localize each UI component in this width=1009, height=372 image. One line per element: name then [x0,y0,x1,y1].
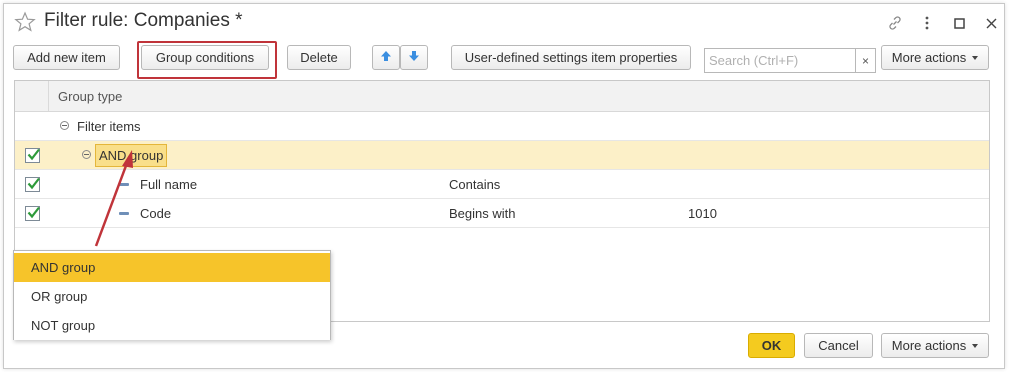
row-condition: Begins with [449,206,516,221]
more-actions-label: More actions [891,50,967,65]
row-checkbox[interactable] [25,148,40,163]
footer-more-actions-label: More actions [891,338,967,353]
clear-icon[interactable]: × [855,48,876,73]
row-checkbox[interactable] [25,177,40,192]
title-bar: Filter rule: Companies * [4,4,1004,40]
footer-more-actions-button[interactable]: More actions [881,333,989,358]
dropdown-item-or-group[interactable]: OR group [14,282,330,311]
row-label: Filter items [77,119,141,134]
more-actions-button[interactable]: More actions [881,45,989,70]
row-condition: Contains [449,177,501,192]
checkbox-column-header [15,81,49,111]
move-down-button[interactable] [400,45,428,70]
row-checkbox[interactable] [25,206,40,221]
table-row[interactable]: Code Begins with 1010 [15,199,989,228]
star-outline-icon[interactable] [14,11,36,33]
table-header: Group type [15,81,989,112]
arrow-down-icon [408,50,420,65]
collapse-icon[interactable] [60,121,69,130]
cancel-button[interactable]: Cancel [804,333,873,358]
ok-button[interactable]: OK [748,333,795,358]
chevron-down-icon [972,55,979,60]
group-conditions-button[interactable]: Group conditions [141,45,269,70]
vertical-ellipsis-icon[interactable] [916,12,938,34]
row-label: Code [140,206,172,221]
group-type-dropdown: AND group OR group NOT group [13,250,331,340]
filter-item-icon [119,183,129,186]
dropdown-item-not-group[interactable]: NOT group [14,311,330,340]
user-defined-settings-button[interactable]: User-defined settings item properties [451,45,691,70]
table-row[interactable]: AND group [15,141,989,170]
search-input[interactable] [704,48,855,73]
maximize-icon[interactable] [948,12,970,34]
close-icon[interactable] [980,12,1002,34]
filter-item-icon [119,212,129,215]
delete-button[interactable]: Delete [287,45,351,70]
link-icon[interactable] [884,12,906,34]
arrow-up-icon [380,50,392,65]
move-up-button[interactable] [372,45,400,70]
row-label: Full name [140,177,198,192]
row-value: 1010 [688,206,717,221]
add-new-item-button[interactable]: Add new item [13,45,120,70]
dropdown-item-and-group[interactable]: AND group [14,253,330,282]
collapse-icon[interactable] [82,150,91,159]
row-label-editing[interactable]: AND group [95,144,168,167]
table-row[interactable]: Full name Contains [15,170,989,199]
window-title: Filter rule: Companies * [44,10,243,31]
column-header-group-type[interactable]: Group type [58,89,122,104]
chevron-down-icon [972,343,979,348]
table-row[interactable]: Filter items [15,112,989,141]
